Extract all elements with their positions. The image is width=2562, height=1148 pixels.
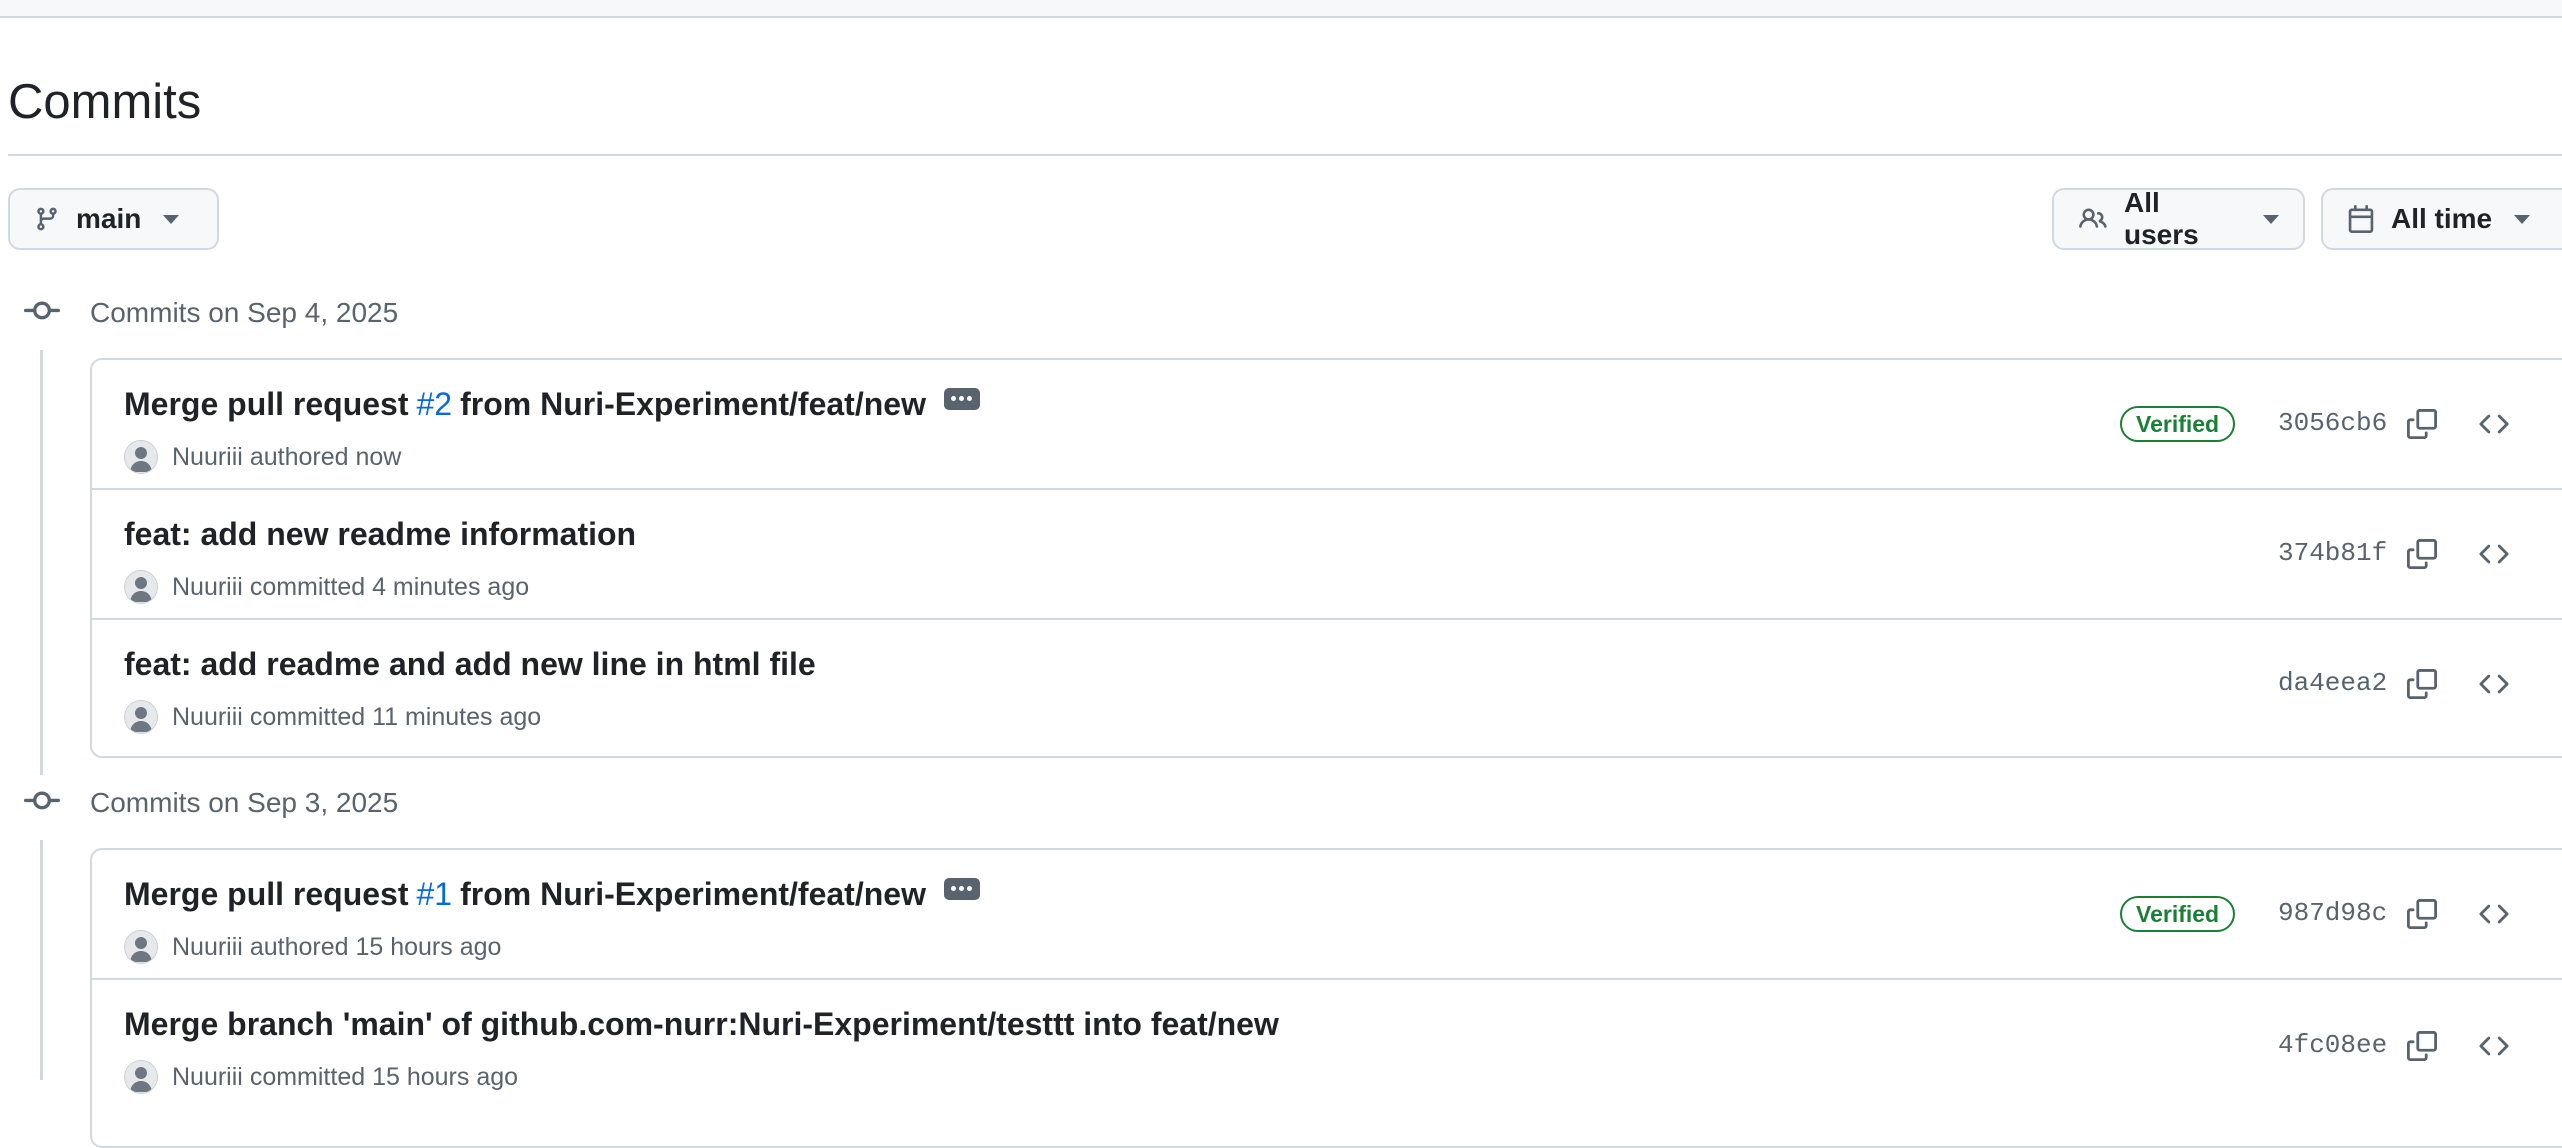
pull-request-link[interactable]: #2 xyxy=(417,386,453,423)
users-filter-button[interactable]: All users xyxy=(2052,187,2305,250)
branch-label: main xyxy=(76,203,142,234)
avatar[interactable] xyxy=(124,440,158,474)
code-icon xyxy=(2479,674,2509,694)
commit-message-text[interactable]: Merge pull request xyxy=(124,386,409,423)
users-filter-label: All users xyxy=(2124,187,2199,250)
expand-description-button[interactable] xyxy=(943,877,980,900)
commit-message-text[interactable]: Merge pull request xyxy=(124,876,409,913)
page-title: Commits xyxy=(8,75,202,129)
commit-group-date: Commits on Sep 3, 2025 xyxy=(90,787,399,818)
git-branch-icon xyxy=(34,205,60,233)
commit-row: feat: add new readme information Nuuriii… xyxy=(92,490,2562,620)
commit-author[interactable]: Nuuriii committed 15 hours ago xyxy=(172,1063,518,1092)
copy-sha-button[interactable] xyxy=(2402,894,2442,934)
commit-author[interactable]: Nuuriii authored 15 hours ago xyxy=(172,933,501,962)
commit-message-text[interactable]: from Nuri-Experiment/feat/new xyxy=(460,876,926,913)
browse-repo-button[interactable] xyxy=(2472,664,2516,704)
code-icon xyxy=(2479,544,2509,564)
commit-author[interactable]: Nuuriii authored now xyxy=(172,443,401,472)
verified-badge[interactable]: Verified xyxy=(2120,896,2236,932)
commit-group-header: Commits on Sep 3, 2025 xyxy=(24,781,398,826)
copy-icon xyxy=(2407,899,2437,929)
commit-sha[interactable]: da4eea2 xyxy=(2278,668,2387,698)
commit-message-text[interactable]: from Nuri-Experiment/feat/new xyxy=(460,386,926,423)
verified-badge[interactable]: Verified xyxy=(2120,406,2236,442)
git-commit-icon xyxy=(24,781,60,826)
commit-author[interactable]: Nuuriii committed 4 minutes ago xyxy=(172,573,529,602)
commit-meta: Nuuriii authored 15 hours ago xyxy=(124,930,501,964)
calendar-icon xyxy=(2347,205,2375,233)
pull-request-link[interactable]: #1 xyxy=(417,876,453,913)
copy-icon xyxy=(2407,1031,2437,1061)
avatar[interactable] xyxy=(124,930,158,964)
git-commit-icon xyxy=(24,291,60,336)
commit-message-text[interactable]: feat: add new readme information xyxy=(124,516,636,553)
commit-row: Merge pull request #1 from Nuri-Experime… xyxy=(92,850,2562,980)
people-icon xyxy=(2078,205,2108,233)
commit-group-header: Commits on Sep 4, 2025 xyxy=(24,291,398,336)
timeline-line xyxy=(40,350,43,775)
avatar[interactable] xyxy=(124,700,158,734)
commit-list: Merge pull request #2 from Nuri-Experime… xyxy=(90,358,2562,758)
copy-sha-button[interactable] xyxy=(2402,534,2442,574)
commit-meta: Nuuriii committed 11 minutes ago xyxy=(124,700,541,734)
commit-sha[interactable]: 987d98c xyxy=(2278,898,2387,928)
copy-sha-button[interactable] xyxy=(2402,1026,2442,1066)
commit-meta: Nuuriii committed 15 hours ago xyxy=(124,1060,518,1094)
copy-sha-button[interactable] xyxy=(2402,404,2442,444)
commit-list: Merge pull request #1 from Nuri-Experime… xyxy=(90,848,2562,1148)
commit-message-text[interactable]: feat: add readme and add new line in htm… xyxy=(124,646,816,683)
commit-message[interactable]: Merge pull request #1 from Nuri-Experime… xyxy=(124,876,980,913)
chevron-down-icon xyxy=(163,214,180,224)
time-filter-label: All time xyxy=(2391,203,2493,234)
browse-repo-button[interactable] xyxy=(2472,534,2516,574)
chevron-down-icon xyxy=(2263,214,2279,224)
code-icon xyxy=(2479,414,2509,434)
copy-icon xyxy=(2407,539,2437,569)
timeline-line xyxy=(40,840,43,1080)
commit-meta: Nuuriii authored now xyxy=(124,440,401,474)
copy-sha-button[interactable] xyxy=(2402,664,2442,704)
commit-message[interactable]: Merge branch 'main' of github.com-nurr:N… xyxy=(124,1006,1279,1043)
commit-sha[interactable]: 374b81f xyxy=(2278,538,2387,568)
commit-row: Merge pull request #2 from Nuri-Experime… xyxy=(92,360,2562,490)
copy-icon xyxy=(2407,669,2437,699)
code-icon xyxy=(2479,904,2509,924)
time-filter-button[interactable]: All time xyxy=(2321,188,2562,250)
commit-message[interactable]: feat: add new readme information xyxy=(124,516,636,553)
browse-repo-button[interactable] xyxy=(2472,404,2516,444)
commit-row: feat: add readme and add new line in htm… xyxy=(92,620,2562,750)
expand-description-button[interactable] xyxy=(943,387,980,410)
browse-repo-button[interactable] xyxy=(2472,894,2516,934)
browse-repo-button[interactable] xyxy=(2472,1026,2516,1066)
avatar[interactable] xyxy=(124,570,158,604)
commit-message[interactable]: Merge pull request #2 from Nuri-Experime… xyxy=(124,386,980,423)
commit-group-date: Commits on Sep 4, 2025 xyxy=(90,297,399,328)
commit-meta: Nuuriii committed 4 minutes ago xyxy=(124,570,529,604)
copy-icon xyxy=(2407,409,2437,439)
commit-sha[interactable]: 3056cb6 xyxy=(2278,408,2387,438)
commit-row: Merge branch 'main' of github.com-nurr:N… xyxy=(92,980,2562,1110)
commit-message-text[interactable]: Merge branch 'main' of github.com-nurr:N… xyxy=(124,1006,1279,1043)
title-divider xyxy=(8,154,2562,156)
branch-select-button[interactable]: main xyxy=(8,188,219,250)
commit-author[interactable]: Nuuriii committed 11 minutes ago xyxy=(172,703,541,732)
commit-message[interactable]: feat: add readme and add new line in htm… xyxy=(124,646,816,683)
commit-sha[interactable]: 4fc08ee xyxy=(2278,1030,2387,1060)
avatar[interactable] xyxy=(124,1060,158,1094)
top-bar xyxy=(0,0,2562,18)
chevron-down-icon xyxy=(2514,214,2531,224)
code-icon xyxy=(2479,1036,2509,1056)
